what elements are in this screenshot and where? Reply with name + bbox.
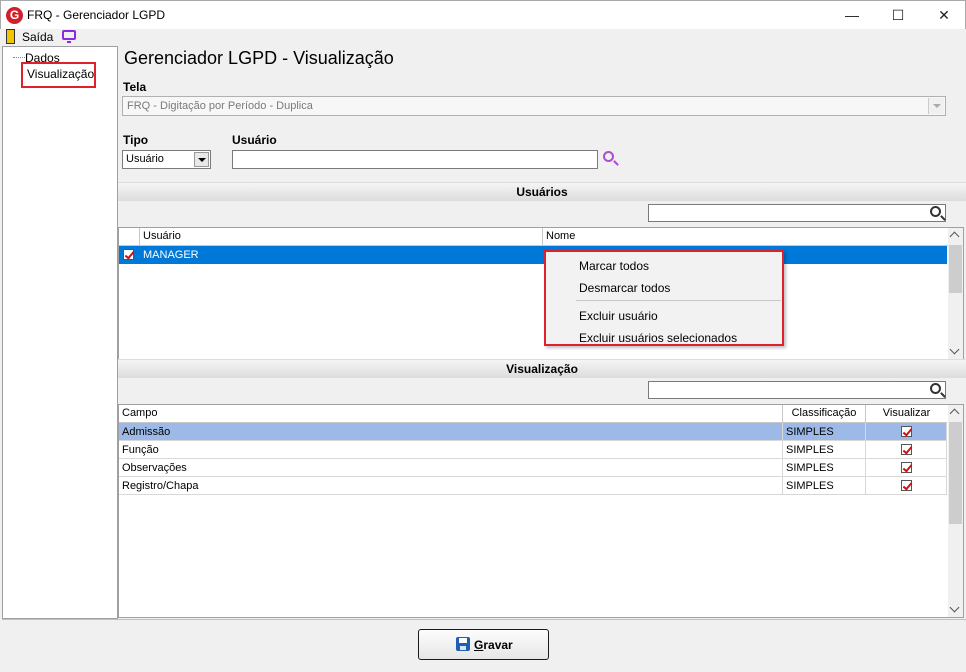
view-scrollbar[interactable] (948, 405, 963, 617)
exit-door-icon[interactable] (6, 29, 15, 44)
scroll-down-icon[interactable] (948, 602, 963, 617)
monitor-icon[interactable] (62, 30, 76, 43)
row-campo: Registro/Chapa (119, 477, 783, 495)
table-row[interactable]: MANAGER (119, 246, 947, 264)
view-col-campo[interactable]: Campo (119, 405, 783, 423)
row-visualizar-cell (866, 441, 947, 459)
users-col-nome[interactable]: Nome (543, 228, 949, 246)
app-logo-icon: G (6, 7, 23, 24)
maximize-button[interactable]: ☐ (875, 1, 921, 30)
row-campo: Admissão (119, 423, 783, 441)
table-row[interactable]: Registro/Chapa SIMPLES (119, 477, 947, 495)
users-grid-check-header (119, 228, 140, 246)
tipo-label: Tipo (123, 133, 149, 147)
scroll-thumb[interactable] (949, 245, 962, 293)
table-row[interactable]: Observações SIMPLES (119, 459, 947, 477)
usuario-input[interactable] (232, 150, 598, 169)
row-classificacao: SIMPLES (783, 459, 866, 477)
view-search-button[interactable] (930, 383, 946, 399)
row-checkbox[interactable] (123, 249, 134, 260)
close-button[interactable]: ✕ (921, 1, 966, 30)
save-button-label: Gravar (474, 638, 513, 652)
view-section-header: Visualização (118, 359, 966, 378)
tipo-select[interactable]: Usuário (122, 150, 211, 169)
users-search-input[interactable] (648, 204, 946, 222)
row-classificacao: SIMPLES (783, 477, 866, 495)
row-classificacao: SIMPLES (783, 441, 866, 459)
menu-bar: Saída (0, 29, 966, 45)
title-bar: G FRQ - Gerenciador LGPD — ☐ ✕ (0, 0, 966, 29)
menu-item-marcar-todos[interactable]: Marcar todos (579, 259, 649, 273)
search-icon (930, 206, 941, 217)
exit-menu-item[interactable]: Saída (22, 30, 53, 44)
save-label-rest: ravar (483, 638, 513, 652)
chevron-down-icon (928, 98, 944, 114)
menu-separator (576, 300, 781, 301)
view-col-visualizar[interactable]: Visualizar (866, 405, 947, 423)
save-button[interactable]: Gravar (418, 629, 549, 660)
row-usuario: MANAGER (140, 246, 543, 264)
window-title: FRQ - Gerenciador LGPD (27, 8, 166, 22)
view-col-classificacao[interactable]: Classificação (783, 405, 866, 423)
table-row[interactable]: Função SIMPLES (119, 441, 947, 459)
row-visualizar-cell (866, 423, 947, 441)
page-title: Gerenciador LGPD - Visualização (124, 48, 394, 68)
visualizar-checkbox[interactable] (901, 444, 912, 455)
chevron-down-icon[interactable] (194, 152, 209, 167)
visualizar-checkbox[interactable] (901, 480, 912, 491)
row-visualizar-cell (866, 459, 947, 477)
context-menu: Marcar todos Desmarcar todos Excluir usu… (544, 250, 784, 346)
search-icon (930, 383, 941, 394)
usuario-label: Usuário (232, 133, 277, 147)
tree-item-visualizacao[interactable]: Visualização (27, 67, 94, 81)
tela-select: FRQ - Digitação por Período - Duplica (122, 96, 946, 116)
row-visualizar-cell (866, 477, 947, 495)
navigation-tree: Dados Visualização (2, 46, 118, 619)
tipo-value: Usuário (126, 153, 164, 165)
visualizar-checkbox[interactable] (901, 426, 912, 437)
scroll-thumb[interactable] (949, 422, 962, 524)
save-mnemonic: G (474, 638, 484, 652)
view-grid: Campo Classificação Visualizar Admissão … (118, 404, 964, 618)
floppy-disk-icon (456, 637, 470, 651)
users-grid: Usuário Nome MANAGER (118, 227, 964, 360)
users-col-usuario[interactable]: Usuário (140, 228, 543, 246)
tela-value: FRQ - Digitação por Período - Duplica (127, 100, 313, 112)
scroll-up-icon[interactable] (948, 228, 963, 243)
visualizar-checkbox[interactable] (901, 462, 912, 473)
row-campo: Observações (119, 459, 783, 477)
tela-label: Tela (123, 80, 147, 94)
row-campo: Função (119, 441, 783, 459)
table-row[interactable]: Admissão SIMPLES (119, 423, 947, 441)
tree-connector (13, 57, 25, 58)
menu-item-desmarcar-todos[interactable]: Desmarcar todos (579, 281, 670, 295)
search-icon (603, 151, 614, 162)
view-search-input[interactable] (648, 381, 946, 399)
scroll-up-icon[interactable] (948, 405, 963, 420)
menu-item-excluir-usuario[interactable]: Excluir usuário (579, 309, 658, 323)
users-section-header: Usuários (118, 182, 966, 201)
minimize-button[interactable]: — (829, 1, 875, 30)
users-scrollbar[interactable] (948, 228, 963, 359)
users-search-button[interactable] (930, 206, 946, 222)
menu-item-excluir-selecionados[interactable]: Excluir usuários selecionados (579, 331, 737, 345)
scroll-down-icon[interactable] (948, 344, 963, 359)
usuario-search-button[interactable] (603, 151, 619, 167)
row-classificacao: SIMPLES (783, 423, 866, 441)
